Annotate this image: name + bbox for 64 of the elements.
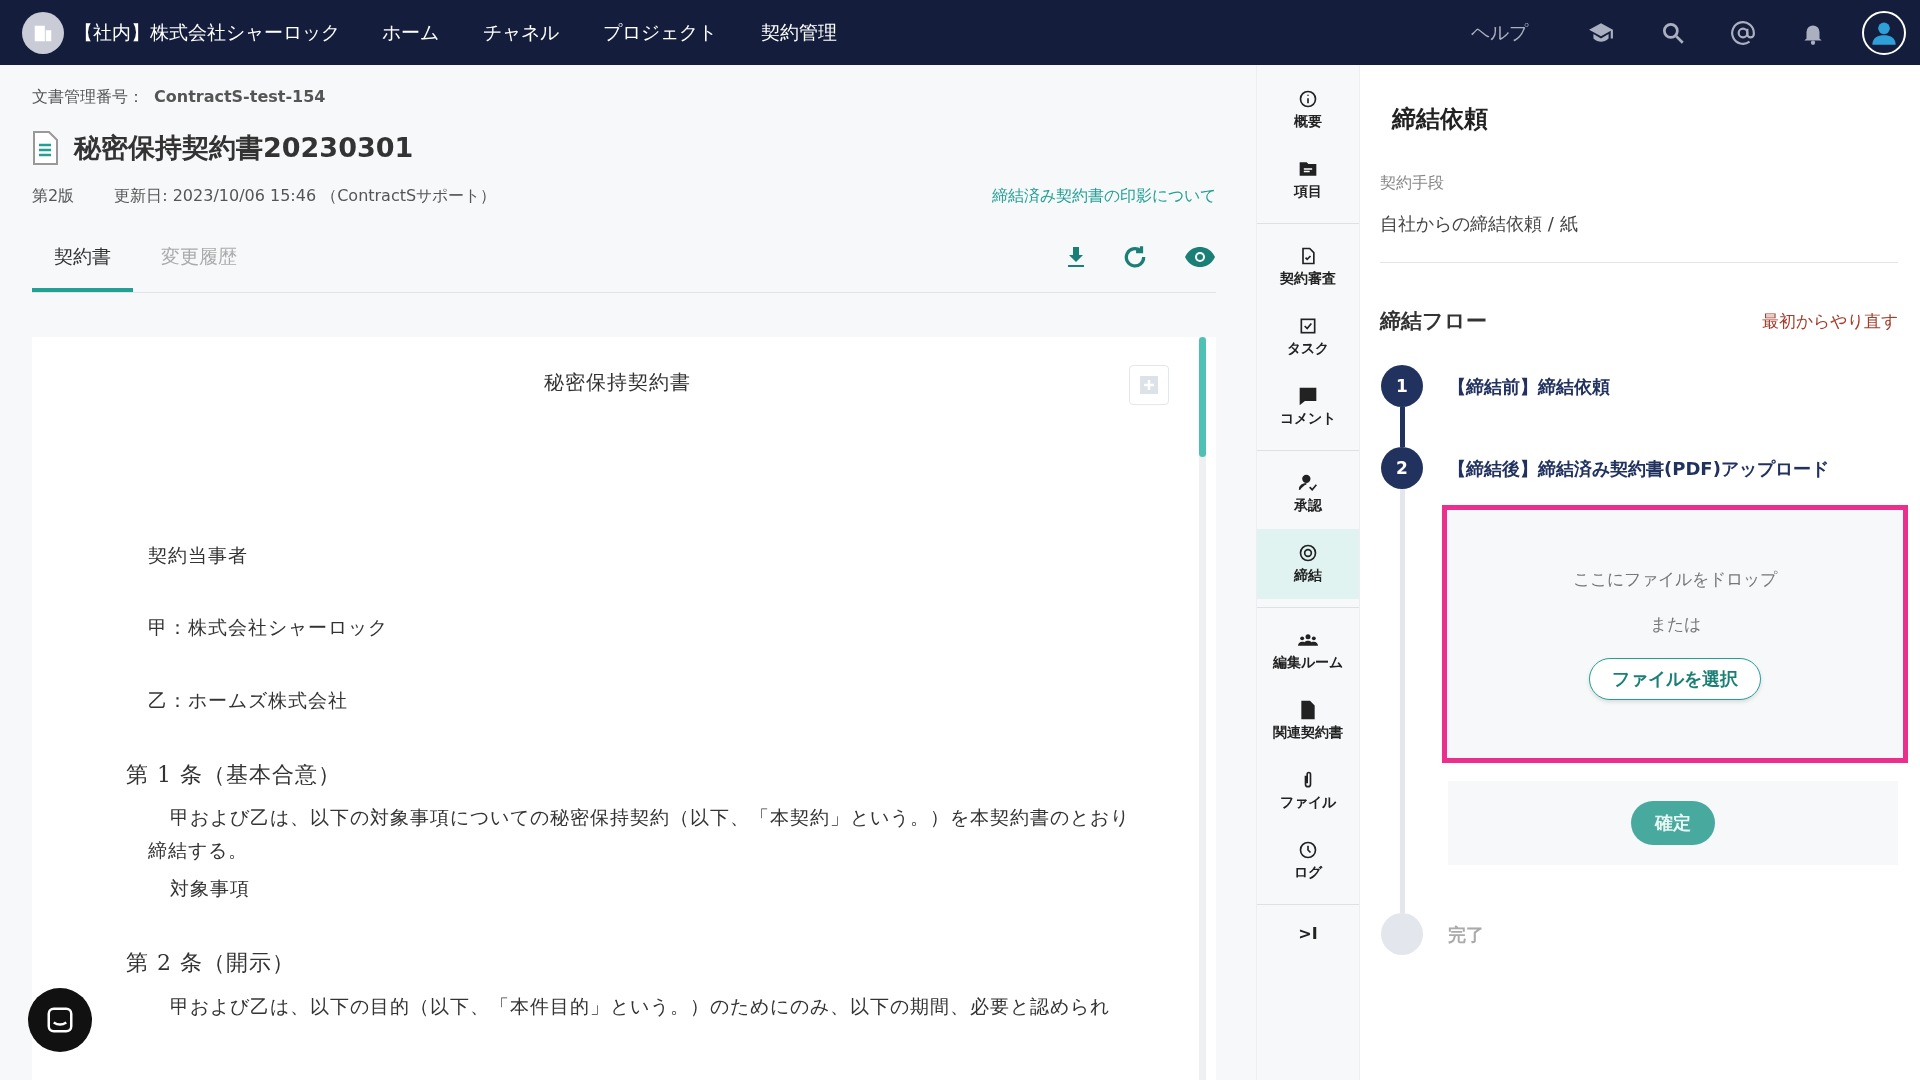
- file-icon: [1298, 700, 1318, 720]
- document-text: 契約当事者: [148, 543, 249, 568]
- help-link[interactable]: ヘルプ: [1471, 19, 1528, 46]
- eye-icon[interactable]: [1184, 246, 1216, 268]
- nav-link[interactable]: 契約管理: [761, 19, 837, 46]
- document-icon: [32, 131, 58, 165]
- sidebar-item[interactable]: 関連契約書: [1257, 686, 1359, 756]
- method-label: 契約手段: [1380, 173, 1445, 194]
- sidebar-item[interactable]: 契約審査: [1257, 232, 1359, 302]
- collapse-button[interactable]: >I: [1257, 923, 1359, 944]
- scrollbar-thumb[interactable]: [1199, 337, 1206, 457]
- document-title: 秘密保持契約書20230301: [74, 131, 414, 165]
- sidebar-item[interactable]: 締結: [1257, 529, 1359, 599]
- article-heading: 第 2 条（開示）: [126, 949, 296, 978]
- info-icon: [1298, 89, 1318, 109]
- document-text: 甲：株式会社シャーロック: [148, 615, 389, 641]
- comment-icon: [1298, 386, 1318, 406]
- download-icon[interactable]: [1066, 246, 1086, 268]
- select-file-button[interactable]: ファイルを選択: [1589, 658, 1761, 700]
- checkbox-icon: [1298, 316, 1318, 336]
- step-label: 【締結前】締結依頼: [1448, 375, 1611, 399]
- step-label: 完了: [1448, 923, 1485, 947]
- step-label: 【締結後】締結済み契約書(PDF)アップロード: [1448, 457, 1830, 481]
- sidebar-item[interactable]: 編集ルーム: [1257, 616, 1359, 686]
- sidebar-item[interactable]: コメント: [1257, 372, 1359, 442]
- sidebar-item[interactable]: 項目: [1257, 145, 1359, 215]
- sidebar-item[interactable]: 概要: [1257, 75, 1359, 145]
- nav-link[interactable]: チャネル: [483, 19, 559, 46]
- panel-title: 締結依頼: [1392, 104, 1489, 135]
- sidebar-item[interactable]: タスク: [1257, 302, 1359, 372]
- step-marker: 2: [1381, 447, 1423, 489]
- method-value: 自社からの締結依頼 / 紙: [1380, 212, 1898, 263]
- step-marker: 1: [1381, 365, 1423, 407]
- document-number-label: 文書管理番号：: [32, 87, 144, 108]
- sidebar-item[interactable]: ログ: [1257, 826, 1359, 896]
- organization-name: 【社内】株式会社シャーロック: [74, 19, 340, 45]
- user-avatar[interactable]: [1862, 10, 1906, 55]
- document-heading: 秘密保持契約書: [543, 369, 692, 396]
- tab[interactable]: 契約書: [32, 244, 133, 292]
- at-sign-icon[interactable]: [1730, 19, 1756, 46]
- target-icon: [1298, 543, 1318, 563]
- nav-link[interactable]: プロジェクト: [603, 19, 717, 46]
- flow-title: 締結フロー: [1380, 308, 1487, 335]
- person-check-icon: [1298, 473, 1318, 493]
- sidebar-item[interactable]: 承認: [1257, 459, 1359, 529]
- drop-hint: ここにファイルをドロップ: [1573, 568, 1777, 591]
- folder-icon: [1298, 159, 1318, 179]
- document-text: 甲および乙は、以下の対象事項についての秘密保持契約（以下、「本契約」という。）を本契約書のとおり締結する。: [148, 805, 1131, 863]
- clock-icon: [1298, 840, 1318, 860]
- sidebar-item[interactable]: ファイル: [1257, 756, 1359, 826]
- building-logo-icon[interactable]: [22, 11, 64, 54]
- article-heading: 第 1 条（基本合意）: [126, 760, 342, 789]
- restart-link[interactable]: 最初からやり直す: [1762, 309, 1898, 333]
- nav-link[interactable]: ホーム: [382, 19, 439, 46]
- updated-info: 更新日: 2023/10/06 15:46 （ContractSサポート）: [114, 186, 497, 207]
- document-text: 甲および乙は、以下の目的（以下、「本件目的」という。）のためにのみ、以下の期間、必要と認められ: [169, 993, 1111, 1019]
- version-label: 第2版: [32, 186, 75, 207]
- document-number: ContractS-test-154: [154, 87, 326, 108]
- step-connector: [1399, 407, 1405, 447]
- or-text: または: [1649, 613, 1701, 636]
- refresh-icon[interactable]: [1122, 244, 1148, 270]
- document-text: 乙：ホームズ株式会社: [148, 687, 349, 713]
- file-drop-zone[interactable]: ここにファイルをドロップ または ファイルを選択: [1442, 505, 1908, 763]
- document-text: 対象事項: [170, 875, 251, 901]
